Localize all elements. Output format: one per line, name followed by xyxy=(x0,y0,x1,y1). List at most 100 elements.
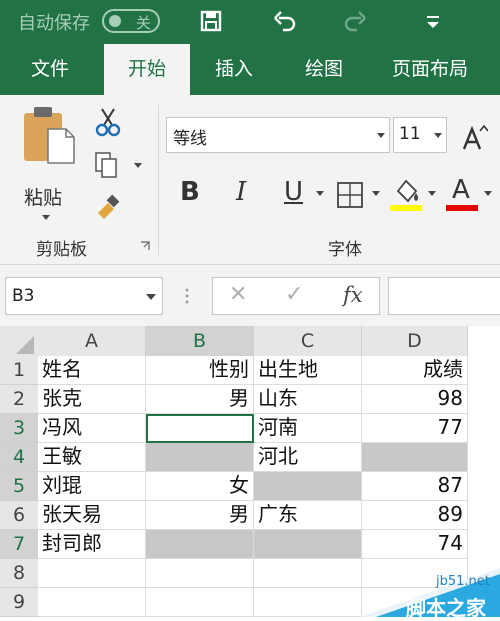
select-all-corner[interactable] xyxy=(0,326,38,356)
underline-dropdown-icon[interactable] xyxy=(316,191,324,196)
cell-C1[interactable]: 出生地 xyxy=(254,356,362,385)
cell-B1[interactable]: 性别 xyxy=(146,356,254,385)
font-size-dropdown[interactable]: 11 xyxy=(393,117,447,153)
cell-A8[interactable] xyxy=(38,559,146,588)
paste-dropdown-icon[interactable] xyxy=(42,215,50,220)
cell-D4[interactable] xyxy=(362,443,468,472)
cell-B7[interactable] xyxy=(146,530,254,559)
cell-C5[interactable] xyxy=(254,472,362,501)
cut-icon[interactable] xyxy=(94,107,122,137)
cell-A6[interactable]: 张天易 xyxy=(38,501,146,530)
cell-D6[interactable]: 89 xyxy=(362,501,468,530)
toggle-state: 关 xyxy=(136,14,152,32)
row-header-2[interactable]: 2 xyxy=(0,385,38,414)
font-name-dropdown[interactable]: 等线 xyxy=(166,117,390,153)
title-bar: 自动保存 关 xyxy=(0,0,500,44)
font-color-dropdown-icon[interactable] xyxy=(484,191,492,196)
cell-C4[interactable]: 河北 xyxy=(254,443,362,472)
formula-bar: B3 ✕ ✓ fx xyxy=(0,265,500,326)
row-header-6[interactable]: 6 xyxy=(0,501,38,530)
tab-page-layout[interactable]: 页面布局 xyxy=(382,44,478,95)
grow-font-icon[interactable] xyxy=(460,123,488,151)
name-box-value: B3 xyxy=(12,286,35,306)
paste-icon[interactable] xyxy=(18,103,78,165)
paste-label[interactable]: 粘贴 xyxy=(24,183,62,210)
tab-draw[interactable]: 绘图 xyxy=(294,44,354,95)
cell-C3[interactable]: 河南 xyxy=(254,414,362,443)
watermark-site: jb51.net xyxy=(436,574,490,589)
cell-B3[interactable] xyxy=(146,414,254,443)
bold-button[interactable]: B xyxy=(180,177,200,207)
cell-C2[interactable]: 山东 xyxy=(254,385,362,414)
column-header-a[interactable]: A xyxy=(38,326,146,356)
formula-input[interactable] xyxy=(388,277,500,315)
cell-B6[interactable]: 男 xyxy=(146,501,254,530)
font-color-button[interactable]: A xyxy=(452,175,470,205)
undo-icon[interactable] xyxy=(272,8,298,34)
cell-B8[interactable] xyxy=(146,559,254,588)
cancel-button[interactable]: ✕ xyxy=(229,282,247,307)
column-header-b[interactable]: B xyxy=(146,326,254,356)
row-header-9[interactable]: 9 xyxy=(0,588,38,617)
tab-home[interactable]: 开始 xyxy=(104,44,190,95)
row-header-3[interactable]: 3 xyxy=(0,414,38,443)
autosave-toggle[interactable]: 关 xyxy=(102,9,160,33)
font-size-value: 11 xyxy=(399,124,421,144)
cell-C6[interactable]: 广东 xyxy=(254,501,362,530)
cell-A3[interactable]: 冯风 xyxy=(38,414,146,443)
formula-buttons: ✕ ✓ fx xyxy=(212,277,380,315)
row-header-1[interactable]: 1 xyxy=(0,356,38,385)
copy-dropdown-icon[interactable] xyxy=(134,163,142,168)
save-icon[interactable] xyxy=(198,8,224,34)
chevron-down-icon xyxy=(377,133,385,138)
cell-D3[interactable]: 77 xyxy=(362,414,468,443)
borders-dropdown-icon[interactable] xyxy=(372,191,380,196)
cell-A7[interactable]: 封司郎 xyxy=(38,530,146,559)
insert-function-button[interactable]: fx xyxy=(343,283,363,307)
row-header-7[interactable]: 7 xyxy=(0,530,38,559)
cell-B9[interactable] xyxy=(146,588,254,617)
row-header-8[interactable]: 8 xyxy=(0,559,38,588)
font-name-value: 等线 xyxy=(173,129,207,149)
autosave-label: 自动保存 xyxy=(18,13,90,34)
ribbon-tabs: 文件 开始 插入 绘图 页面布局 xyxy=(0,44,500,95)
fill-color-icon[interactable] xyxy=(390,175,424,211)
cell-A5[interactable]: 刘琨 xyxy=(38,472,146,501)
select-all-icon xyxy=(16,336,34,354)
group-divider xyxy=(158,105,159,255)
tab-insert[interactable]: 插入 xyxy=(206,44,262,95)
copy-icon[interactable] xyxy=(94,151,120,179)
row-header-5[interactable]: 5 xyxy=(0,472,38,501)
underline-button[interactable]: U xyxy=(284,177,303,207)
cell-D1[interactable]: 成绩 xyxy=(362,356,468,385)
name-box[interactable]: B3 xyxy=(5,277,163,315)
italic-button[interactable]: I xyxy=(236,177,246,207)
cell-A9[interactable] xyxy=(38,588,146,617)
clipboard-group-label: 剪贴板 xyxy=(36,240,87,260)
cell-B2[interactable]: 男 xyxy=(146,385,254,414)
cell-A1[interactable]: 姓名 xyxy=(38,356,146,385)
redo-icon[interactable] xyxy=(342,8,368,34)
cell-A4[interactable]: 王敏 xyxy=(38,443,146,472)
cell-A2[interactable]: 张克 xyxy=(38,385,146,414)
column-header-c[interactable]: C xyxy=(254,326,362,356)
row-header-4[interactable]: 4 xyxy=(0,443,38,472)
enter-button[interactable]: ✓ xyxy=(285,282,303,307)
cell-D5[interactable]: 87 xyxy=(362,472,468,501)
cell-D7[interactable]: 74 xyxy=(362,530,468,559)
fill-color-dropdown-icon[interactable] xyxy=(428,191,436,196)
dialog-launcher-icon[interactable] xyxy=(140,241,150,251)
column-header-d[interactable]: D xyxy=(362,326,468,356)
tab-file[interactable]: 文件 xyxy=(22,44,78,95)
borders-icon[interactable] xyxy=(336,181,364,209)
cell-D2[interactable]: 98 xyxy=(362,385,468,414)
customize-quick-access-icon[interactable] xyxy=(420,8,446,34)
format-painter-icon[interactable] xyxy=(94,193,122,221)
cell-C7[interactable] xyxy=(254,530,362,559)
resize-handle-icon[interactable] xyxy=(184,287,190,305)
cell-B4[interactable] xyxy=(146,443,254,472)
toggle-knob xyxy=(109,15,121,27)
highlight-swatch xyxy=(390,205,422,211)
ribbon: 粘贴 剪贴板 等线 11 B I U A 字体 xyxy=(0,95,500,265)
cell-B5[interactable]: 女 xyxy=(146,472,254,501)
